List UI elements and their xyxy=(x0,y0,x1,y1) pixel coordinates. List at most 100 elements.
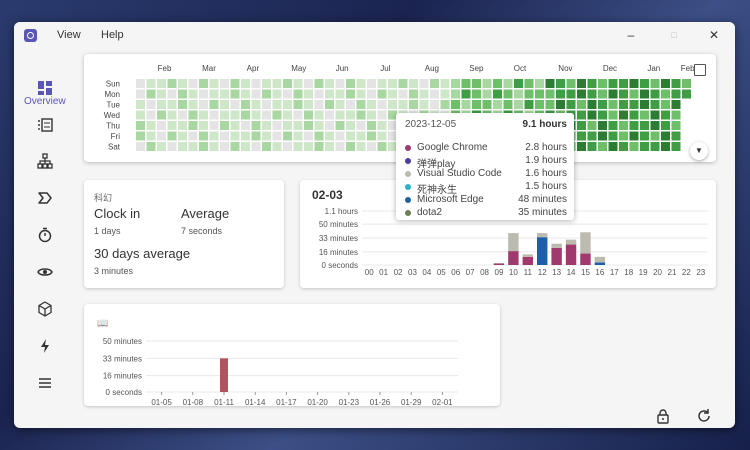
heatmap-day-cell[interactable] xyxy=(377,110,387,120)
heatmap-day-cell[interactable] xyxy=(136,89,145,99)
heatmap-day-cell[interactable] xyxy=(619,131,628,141)
heatmap-day-cell[interactable] xyxy=(304,110,313,120)
heatmap-day-cell[interactable] xyxy=(178,142,187,151)
heatmap-day-cell[interactable] xyxy=(671,131,681,141)
heatmap-day-cell[interactable] xyxy=(514,89,523,99)
heatmap-day-cell[interactable] xyxy=(230,121,240,130)
heatmap-day-cell[interactable] xyxy=(608,89,618,99)
heatmap-day-cell[interactable] xyxy=(629,131,639,141)
heatmap-day-cell[interactable] xyxy=(230,89,240,99)
heatmap-day-cell[interactable] xyxy=(608,121,618,130)
heatmap-day-cell[interactable] xyxy=(461,79,471,88)
heatmap-day-cell[interactable] xyxy=(209,100,219,109)
heatmap-day-cell[interactable] xyxy=(598,79,607,88)
heatmap-day-cell[interactable] xyxy=(367,142,376,151)
heatmap-day-cell[interactable] xyxy=(178,100,187,109)
heatmap-day-cell[interactable] xyxy=(671,89,681,99)
heatmap-day-cell[interactable] xyxy=(619,110,628,120)
heatmap-day-cell[interactable] xyxy=(598,110,607,120)
heatmap-day-cell[interactable] xyxy=(650,131,660,141)
heatmap-day-cell[interactable] xyxy=(640,100,649,109)
heatmap-day-cell[interactable] xyxy=(377,79,387,88)
heatmap-day-cell[interactable] xyxy=(262,110,271,120)
heatmap-day-cell[interactable] xyxy=(545,79,555,88)
heatmap-day-cell[interactable] xyxy=(325,121,334,130)
heatmap-day-cell[interactable] xyxy=(283,131,292,141)
heatmap-day-cell[interactable] xyxy=(167,142,177,151)
heatmap-day-cell[interactable] xyxy=(587,131,597,141)
heatmap-day-cell[interactable] xyxy=(535,100,544,109)
heatmap-day-cell[interactable] xyxy=(325,110,334,120)
heatmap-day-cell[interactable] xyxy=(650,121,660,130)
heatmap-day-cell[interactable] xyxy=(335,142,345,151)
heatmap-day-cell[interactable] xyxy=(220,100,229,109)
heatmap-day-cell[interactable] xyxy=(608,110,618,120)
heatmap-day-cell[interactable] xyxy=(157,100,166,109)
heatmap-day-cell[interactable] xyxy=(577,131,586,141)
heatmap-day-cell[interactable] xyxy=(398,100,408,109)
heatmap-day-cell[interactable] xyxy=(178,79,187,88)
heatmap-day-cell[interactable] xyxy=(419,89,429,99)
heatmap-day-cell[interactable] xyxy=(241,89,250,99)
heatmap-day-cell[interactable] xyxy=(661,142,670,151)
heatmap-day-cell[interactable] xyxy=(409,89,418,99)
heatmap-day-cell[interactable] xyxy=(587,121,597,130)
heatmap-day-cell[interactable] xyxy=(283,121,292,130)
heatmap-day-cell[interactable] xyxy=(304,142,313,151)
heatmap-day-cell[interactable] xyxy=(640,121,649,130)
heatmap-day-cell[interactable] xyxy=(325,89,334,99)
heatmap-day-cell[interactable] xyxy=(671,142,681,151)
heatmap-day-cell[interactable] xyxy=(262,131,271,141)
heatmap-day-cell[interactable] xyxy=(367,121,376,130)
heatmap-day-cell[interactable] xyxy=(346,110,355,120)
heatmap-day-cell[interactable] xyxy=(188,89,198,99)
heatmap-day-cell[interactable] xyxy=(283,100,292,109)
heatmap-day-cell[interactable] xyxy=(293,79,303,88)
heatmap-day-cell[interactable] xyxy=(146,100,156,109)
heatmap-day-cell[interactable] xyxy=(409,79,418,88)
heatmap-day-cell[interactable] xyxy=(419,79,429,88)
heatmap-day-cell[interactable] xyxy=(545,100,555,109)
heatmap-day-cell[interactable] xyxy=(293,100,303,109)
heatmap-day-cell[interactable] xyxy=(503,89,513,99)
heatmap-day-cell[interactable] xyxy=(220,89,229,99)
heatmap-day-cell[interactable] xyxy=(629,79,639,88)
heatmap-day-cell[interactable] xyxy=(556,79,565,88)
heatmap-day-cell[interactable] xyxy=(598,89,607,99)
heatmap-day-cell[interactable] xyxy=(325,131,334,141)
heatmap-day-cell[interactable] xyxy=(367,110,376,120)
heatmap-day-cell[interactable] xyxy=(230,142,240,151)
heatmap-day-cell[interactable] xyxy=(314,100,324,109)
heatmap-day-cell[interactable] xyxy=(556,100,565,109)
heatmap-day-cell[interactable] xyxy=(230,79,240,88)
heatmap-day-cell[interactable] xyxy=(440,79,450,88)
heatmap-day-cell[interactable] xyxy=(199,79,208,88)
heatmap-day-cell[interactable] xyxy=(220,121,229,130)
heatmap-day-cell[interactable] xyxy=(157,131,166,141)
heatmap-day-cell[interactable] xyxy=(199,142,208,151)
heatmap-day-cell[interactable] xyxy=(188,100,198,109)
heatmap-day-cell[interactable] xyxy=(283,79,292,88)
heatmap-day-cell[interactable] xyxy=(556,89,565,99)
heatmap-day-cell[interactable] xyxy=(304,79,313,88)
heatmap-day-cell[interactable] xyxy=(661,79,670,88)
heatmap-day-cell[interactable] xyxy=(524,100,534,109)
heatmap-day-cell[interactable] xyxy=(388,79,397,88)
heatmap-day-cell[interactable] xyxy=(598,100,607,109)
heatmap-day-cell[interactable] xyxy=(157,110,166,120)
heatmap-day-cell[interactable] xyxy=(251,79,261,88)
heatmap-day-cell[interactable] xyxy=(136,121,145,130)
heatmap-day-cell[interactable] xyxy=(157,89,166,99)
nav-packages[interactable] xyxy=(30,297,60,321)
nav-list[interactable] xyxy=(30,113,60,137)
heatmap-day-cell[interactable] xyxy=(178,89,187,99)
heatmap-day-cell[interactable] xyxy=(640,142,649,151)
heatmap-day-cell[interactable] xyxy=(178,121,187,130)
heatmap-day-cell[interactable] xyxy=(661,100,670,109)
heatmap-day-cell[interactable] xyxy=(230,100,240,109)
heatmap-day-cell[interactable] xyxy=(178,131,187,141)
heatmap-day-cell[interactable] xyxy=(325,142,334,151)
heatmap-day-cell[interactable] xyxy=(209,79,219,88)
heatmap-day-cell[interactable] xyxy=(608,131,618,141)
heatmap-day-cell[interactable] xyxy=(377,121,387,130)
